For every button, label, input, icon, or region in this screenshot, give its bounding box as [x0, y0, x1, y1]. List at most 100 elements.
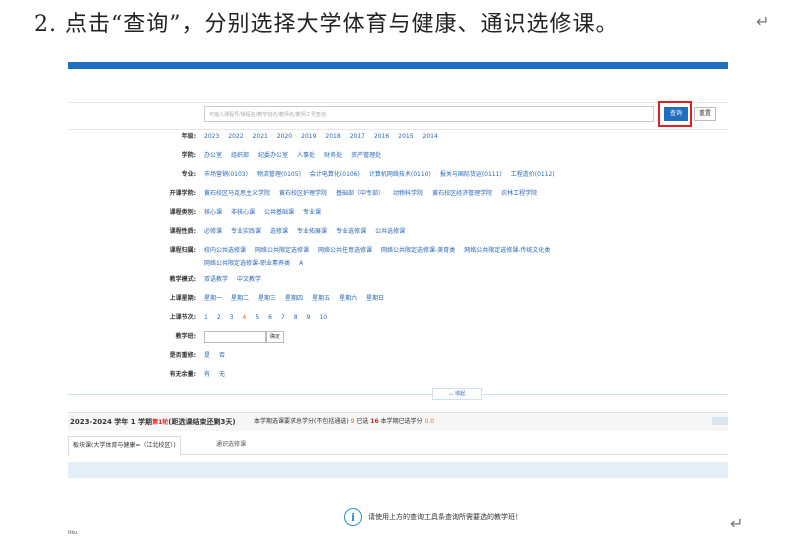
filter-option[interactable]: 2023: [204, 133, 219, 140]
filter-option[interactable]: 公共基础课: [264, 209, 294, 216]
filter-option[interactable]: 人事处: [297, 152, 315, 159]
filter-option[interactable]: 中文教学: [237, 276, 261, 283]
filter-option[interactable]: 星期三: [258, 295, 276, 302]
filter-label: 课程类别:: [169, 209, 196, 216]
filter-option[interactable]: 非核心课: [231, 209, 255, 216]
filter-option[interactable]: 报关与国际货运(0111): [440, 171, 502, 178]
filter-option[interactable]: 2: [217, 314, 221, 321]
filter-option[interactable]: 专业拓展课: [297, 228, 327, 235]
filter-option[interactable]: 星期二: [231, 295, 249, 302]
tab-general-elective[interactable]: 通识选修课: [212, 436, 250, 454]
collapse-divider: [68, 394, 728, 395]
course-tabs: 板块课(大学体育与健康=（江北校区）) 通识选修课: [68, 436, 728, 456]
filter-option[interactable]: 2019: [301, 133, 316, 140]
filter-option[interactable]: 黄石校区马克思主义学院: [204, 190, 270, 197]
collapse-button[interactable]: ︿ 收起: [432, 388, 482, 400]
filter-option[interactable]: 8: [294, 314, 298, 321]
filter-label: 有无余量:: [169, 371, 196, 378]
filter-option[interactable]: 是: [204, 352, 210, 359]
filter-option[interactable]: 选修课: [270, 228, 288, 235]
class-input[interactable]: [204, 330, 266, 343]
filter-row: 教学模式: 双语教学 中文教学: [128, 273, 270, 287]
filter-option[interactable]: 有: [204, 371, 210, 378]
filter-option[interactable]: 网络公共任意选修课: [318, 247, 372, 254]
paragraph-mark-icon-bottom: ↵: [730, 514, 744, 533]
filter-option[interactable]: 星期日: [366, 295, 384, 302]
filter-label: 年级:: [181, 133, 196, 140]
filter-option[interactable]: 农林工程学院: [501, 190, 537, 197]
filter-option[interactable]: 2018: [325, 133, 340, 140]
filter-option[interactable]: 6: [268, 314, 272, 321]
filter-label: 课程性质:: [169, 228, 196, 235]
filter-option[interactable]: 2020: [277, 133, 292, 140]
filter-option[interactable]: 组织部: [231, 152, 249, 159]
filter-option[interactable]: 专业课: [303, 209, 321, 216]
filter-option[interactable]: 1: [204, 314, 208, 321]
filter-option[interactable]: 计算机网络技术(0110): [369, 171, 431, 178]
filter-option[interactable]: 网络公共限定选修课-职业素养类: [204, 260, 290, 267]
filter-option[interactable]: A: [299, 260, 303, 267]
filter-row: 学院: 办公室 组织部 纪委办公室 人事处 财务处 资产管理处: [128, 149, 390, 163]
filter-label: 课程归属:: [169, 247, 196, 254]
toggle-pill[interactable]: [712, 417, 728, 425]
filter-option[interactable]: 物流管理(0105): [257, 171, 301, 178]
filter-option[interactable]: 星期四: [285, 295, 303, 302]
filter-label: 专业:: [181, 171, 196, 178]
search-input[interactable]: 可输入课程号/课程名/教学班名/教师名/教师工号查询: [204, 106, 654, 122]
filter-row: 有无余量: 有 无: [128, 368, 234, 382]
document-step-text: 2. 点击“查询”，分别选择大学体育与健康、通识选修课。: [34, 12, 619, 37]
filter-option[interactable]: 2016: [374, 133, 389, 140]
filter-option[interactable]: 工程造价(0112): [511, 171, 555, 178]
filter-option[interactable]: 2022: [228, 133, 243, 140]
filter-option[interactable]: 2015: [398, 133, 413, 140]
filter-option[interactable]: 7: [281, 314, 285, 321]
filter-option[interactable]: 2014: [423, 133, 438, 140]
filter-row: 专业: 市场营销(0103) 物流管理(0105) 会计电算化(0106) 计算机网络技…: [128, 168, 564, 182]
filter-option[interactable]: 2021: [253, 133, 268, 140]
filter-row: 课程归属: 校内公共选修课 网络公共限定选修课 网络公共任意选修课 网络公共限定选修课-…: [128, 244, 559, 258]
filter-option[interactable]: 无: [219, 371, 225, 378]
filter-option[interactable]: 星期五: [312, 295, 330, 302]
highlight-box: [658, 101, 692, 127]
tab-pe-health[interactable]: 板块课(大学体育与健康=（江北校区）): [68, 436, 181, 456]
filter-option[interactable]: 会计电算化(0106): [310, 171, 360, 178]
filter-option[interactable]: 2017: [350, 133, 365, 140]
filter-option[interactable]: 市场营销(0103): [204, 171, 248, 178]
filter-option[interactable]: 资产管理处: [351, 152, 381, 159]
filter-option[interactable]: 网络公共限定选修课-美育类: [381, 247, 455, 254]
filter-option[interactable]: 专业实践课: [231, 228, 261, 235]
filter-option[interactable]: 双语教学: [204, 276, 228, 283]
term-label: 2023-2024 学年 1 学期: [70, 418, 153, 426]
hint-text: 请使用上方的查询工具条查询所需要选的教学班！: [368, 513, 522, 521]
filter-option[interactable]: 网络公共限定选修课: [255, 247, 309, 254]
filter-row: 是否重修: 是 否: [128, 349, 234, 363]
filter-option[interactable]: 9: [307, 314, 311, 321]
filter-option[interactable]: 4: [242, 314, 246, 321]
filter-option[interactable]: 网络公共限定选修课-传统文化类: [464, 247, 550, 254]
filter-option[interactable]: 黄石校区经济管理学院: [432, 190, 492, 197]
filter-option[interactable]: 纪委办公室: [258, 152, 288, 159]
filter-option[interactable]: 核心课: [204, 209, 222, 216]
filter-option[interactable]: 否: [219, 352, 225, 359]
filter-option[interactable]: 3: [230, 314, 234, 321]
info-icon: i: [344, 508, 362, 526]
filter-option[interactable]: 财务处: [324, 152, 342, 159]
reset-button[interactable]: 重置: [694, 107, 716, 121]
filter-option[interactable]: 专业选修课: [336, 228, 366, 235]
filter-option[interactable]: 星期一: [204, 295, 222, 302]
filter-option[interactable]: 基础部（中专部）: [336, 190, 384, 197]
confirm-button[interactable]: 确定: [266, 330, 285, 343]
filter-option[interactable]: 星期六: [339, 295, 357, 302]
filter-option[interactable]: 10: [319, 314, 327, 321]
filter-option[interactable]: 黄石校区护理学院: [279, 190, 327, 197]
filter-option[interactable]: 公共选修课: [375, 228, 405, 235]
corner-note: tiku: [68, 530, 78, 536]
filter-option[interactable]: 必修课: [204, 228, 222, 235]
filter-option[interactable]: 5: [255, 314, 259, 321]
search-bar: 可输入课程号/课程名/教学班名/教师名/教师工号查询 查询 重置: [68, 101, 728, 130]
filter-row: 网络公共限定选修课-职业素养类 A: [128, 257, 312, 271]
filter-option[interactable]: 校内公共选修课: [204, 247, 246, 254]
filter-option[interactable]: 办公室: [204, 152, 222, 159]
filter-option[interactable]: 动物科学院: [393, 190, 423, 197]
filter-label: 教学班:: [175, 333, 196, 340]
